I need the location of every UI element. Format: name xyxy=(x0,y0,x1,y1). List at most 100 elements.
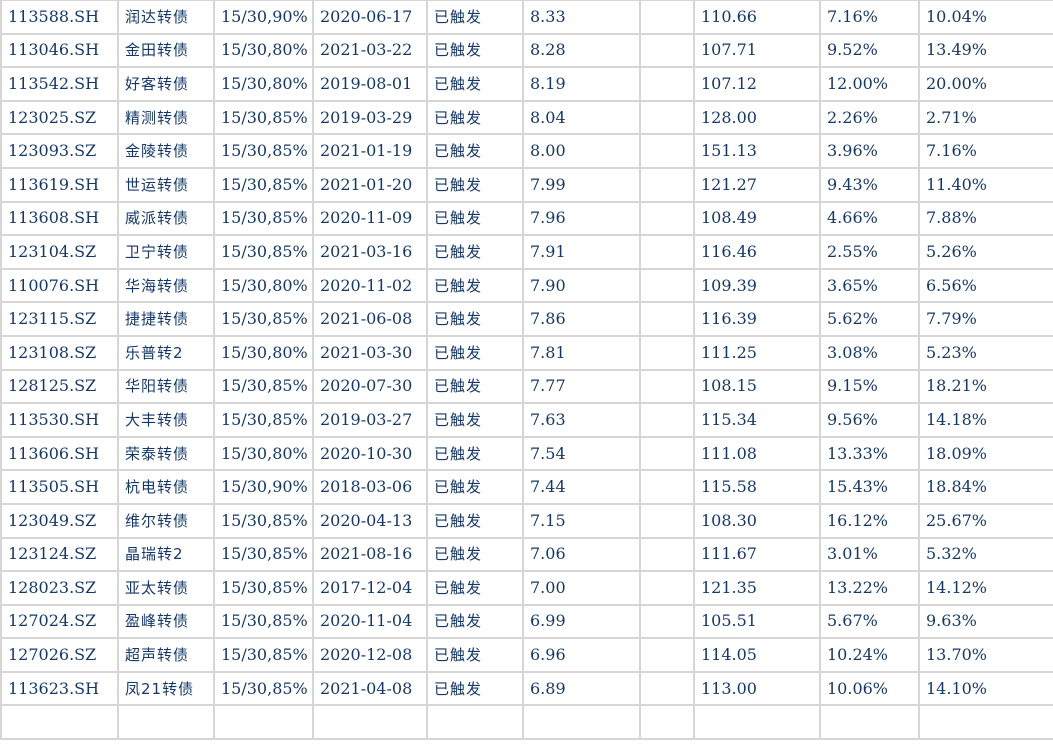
percent-cell xyxy=(819,704,920,741)
price-cell xyxy=(693,704,821,741)
redemption-clause-cell: 15/30,85% xyxy=(213,637,314,673)
price-cell: 111.67 xyxy=(693,536,821,573)
price-cell: 115.58 xyxy=(693,469,821,505)
table-row: 113542.SH 好客转债 15/30,80% 2019-08-01 已触发 8.19 1… xyxy=(0,66,1053,102)
value-cell: 8.00 xyxy=(522,133,641,169)
redemption-clause-cell: 15/30,85% xyxy=(213,368,314,405)
bond-name-cell: 维尔转债 xyxy=(117,502,215,539)
bond-name-cell: 荣泰转债 xyxy=(117,435,215,472)
trigger-status-cell: 已触发 xyxy=(426,166,524,203)
percent-cell: 2.55% xyxy=(819,234,920,270)
table-row: 123115.SZ 捷捷转债 15/30,85% 2021-06-08 已触发 7.86 1… xyxy=(0,301,1053,337)
convertible-bond-table: 113588.SH 润达转债 15/30,90% 2020-06-17 已触发 8.33 1… xyxy=(0,0,1053,741)
redemption-clause-cell: 15/30,80% xyxy=(213,435,314,472)
redemption-clause-cell: 15/30,80% xyxy=(213,32,314,69)
price-cell: 111.25 xyxy=(693,334,821,371)
percent-cell-2: 13.70% xyxy=(918,637,1053,673)
price-cell: 121.27 xyxy=(693,166,821,203)
table-row: 113608.SH 威派转债 15/30,85% 2020-11-09 已触发 7.96 1… xyxy=(0,200,1053,237)
empty-cell xyxy=(639,200,695,237)
redemption-clause-cell: 15/30,80% xyxy=(213,334,314,371)
trigger-status-cell: 已触发 xyxy=(426,234,524,270)
price-cell: 109.39 xyxy=(693,267,821,304)
empty-cell xyxy=(639,301,695,337)
percent-cell: 3.01% xyxy=(819,536,920,573)
percent-cell-2: 14.18% xyxy=(918,402,1053,438)
bond-name-cell: 世运转债 xyxy=(117,166,215,203)
empty-cell xyxy=(639,0,695,35)
bond-name-cell: 润达转债 xyxy=(117,0,215,35)
date-cell: 2021-03-22 xyxy=(312,32,428,69)
percent-cell-2: 18.84% xyxy=(918,469,1053,505)
trigger-status-cell: 已触发 xyxy=(426,133,524,169)
bond-code-cell: 123093.SZ xyxy=(0,133,119,169)
price-cell: 121.35 xyxy=(693,570,821,606)
percent-cell-2: 5.32% xyxy=(918,536,1053,573)
price-cell: 114.05 xyxy=(693,637,821,673)
percent-cell: 13.33% xyxy=(819,435,920,472)
trigger-status-cell: 已触发 xyxy=(426,502,524,539)
value-cell: 6.89 xyxy=(522,670,641,707)
table-row: 127024.SZ 盈峰转债 15/30,85% 2020-11-04 已触发 6.99 1… xyxy=(0,603,1053,640)
bond-name-cell: 捷捷转债 xyxy=(117,301,215,337)
empty-cell xyxy=(639,536,695,573)
table-row: 123124.SZ 晶瑞转2 15/30,85% 2021-08-16 已触发 7.06 1… xyxy=(0,536,1053,573)
date-cell: 2019-08-01 xyxy=(312,66,428,102)
date-cell: 2018-03-06 xyxy=(312,469,428,505)
value-cell: 6.96 xyxy=(522,637,641,673)
value-cell: 7.96 xyxy=(522,200,641,237)
trigger-status-cell: 已触发 xyxy=(426,267,524,304)
trigger-status-cell: 已触发 xyxy=(426,66,524,102)
bond-code-cell: 113505.SH xyxy=(0,469,119,505)
bond-code-cell: 127026.SZ xyxy=(0,637,119,673)
bond-name-cell: 好客转债 xyxy=(117,66,215,102)
bond-code-cell: 113046.SH xyxy=(0,32,119,69)
percent-cell: 15.43% xyxy=(819,469,920,505)
bond-code-cell: 113606.SH xyxy=(0,435,119,472)
value-cell: 7.44 xyxy=(522,469,641,505)
percent-cell-2: 11.40% xyxy=(918,166,1053,203)
bond-code-cell: 113619.SH xyxy=(0,166,119,203)
empty-cell xyxy=(639,66,695,102)
redemption-clause-cell: 15/30,80% xyxy=(213,66,314,102)
percent-cell-2 xyxy=(918,704,1053,741)
bond-name-cell: 盈峰转债 xyxy=(117,603,215,640)
value-cell: 7.00 xyxy=(522,570,641,606)
trigger-status-cell: 已触发 xyxy=(426,469,524,505)
percent-cell: 12.00% xyxy=(819,66,920,102)
table-row: 128023.SZ 亚太转债 15/30,85% 2017-12-04 已触发 7.00 1… xyxy=(0,570,1053,606)
bond-name-cell: 金陵转债 xyxy=(117,133,215,169)
percent-cell: 7.16% xyxy=(819,0,920,35)
percent-cell: 2.26% xyxy=(819,99,920,136)
bond-name-cell: 大丰转债 xyxy=(117,402,215,438)
value-cell: 7.63 xyxy=(522,402,641,438)
empty-cell xyxy=(639,704,695,741)
table-row: 123108.SZ 乐普转2 15/30,80% 2021-03-30 已触发 7.81 1… xyxy=(0,334,1053,371)
redemption-clause-cell: 15/30,85% xyxy=(213,234,314,270)
empty-cell xyxy=(639,99,695,136)
bond-name-cell: 卫宁转债 xyxy=(117,234,215,270)
bond-code-cell: 110076.SH xyxy=(0,267,119,304)
percent-cell-2: 5.23% xyxy=(918,334,1053,371)
percent-cell-2: 7.88% xyxy=(918,200,1053,237)
redemption-clause-cell: 15/30,90% xyxy=(213,469,314,505)
table-row xyxy=(0,704,1053,741)
value-cell: 7.15 xyxy=(522,502,641,539)
price-cell: 105.51 xyxy=(693,603,821,640)
trigger-status-cell: 已触发 xyxy=(426,200,524,237)
bond-code-cell: 123115.SZ xyxy=(0,301,119,337)
bond-code-cell: 113530.SH xyxy=(0,402,119,438)
bond-code-cell: 123124.SZ xyxy=(0,536,119,573)
table-row: 113046.SH 金田转债 15/30,80% 2021-03-22 已触发 8.28 1… xyxy=(0,32,1053,69)
empty-cell xyxy=(639,502,695,539)
date-cell: 2021-08-16 xyxy=(312,536,428,573)
percent-cell: 9.52% xyxy=(819,32,920,69)
percent-cell-2: 13.49% xyxy=(918,32,1053,69)
percent-cell-2: 10.04% xyxy=(918,0,1053,35)
percent-cell-2: 20.00% xyxy=(918,66,1053,102)
price-cell: 113.00 xyxy=(693,670,821,707)
value-cell: 7.99 xyxy=(522,166,641,203)
table-row: 123104.SZ 卫宁转债 15/30,85% 2021-03-16 已触发 7.91 1… xyxy=(0,234,1053,270)
date-cell: 2019-03-29 xyxy=(312,99,428,136)
price-cell: 107.71 xyxy=(693,32,821,69)
